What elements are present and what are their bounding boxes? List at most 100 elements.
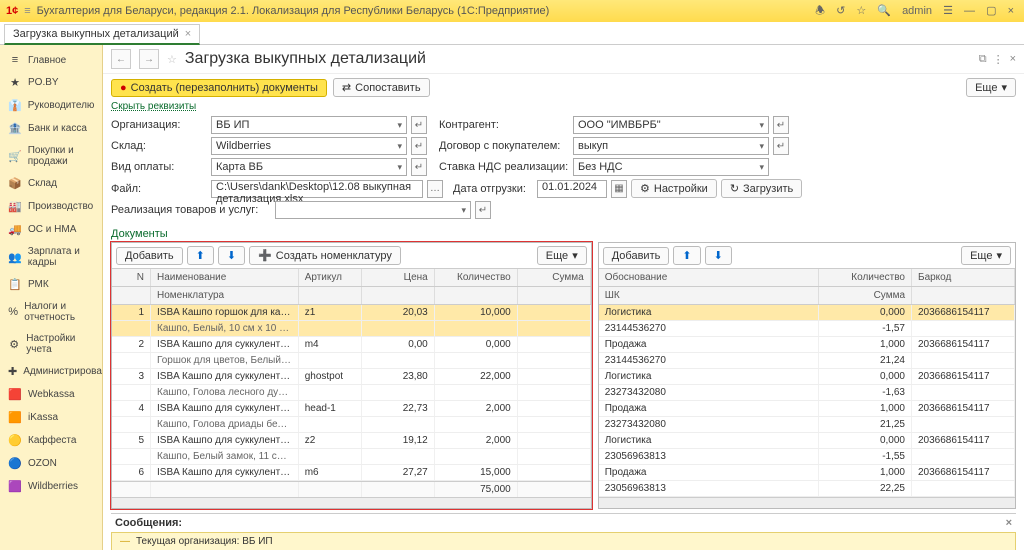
sidebar-item[interactable]: 🟡Каффеста xyxy=(0,429,102,452)
file-input[interactable]: C:\Users\dank\Desktop\12.08 выкупная дет… xyxy=(211,180,423,198)
table-row[interactable]: 2314453627021,24 xyxy=(599,353,1015,369)
table-subrow[interactable]: Кашпо, Голова лесного духа, 12 см х 10 с… xyxy=(112,385,591,401)
detail-down-button[interactable]: ⬇ xyxy=(705,246,732,265)
table-row[interactable]: 6ISBA Кашпо для суккулентов и кактусов м… xyxy=(112,465,591,481)
right-more-button[interactable]: Еще ▾ xyxy=(961,246,1011,265)
table-row[interactable]: 5ISBA Кашпо для суккулентов и кактусов д… xyxy=(112,433,591,449)
table-subrow[interactable]: Кашпо, Голова дриады белая, 12 см х 10 с… xyxy=(112,417,591,433)
sidebar-item[interactable]: ≡Главное xyxy=(0,49,102,71)
file-browse-icon[interactable]: … xyxy=(427,180,443,198)
org-pick-icon[interactable]: ↵ xyxy=(411,116,427,134)
left-more-button[interactable]: Еще ▾ xyxy=(537,246,587,265)
open-window-icon[interactable]: ⧉ xyxy=(979,53,987,66)
pay-input[interactable]: Карта ВБ▾ xyxy=(211,158,407,176)
sidebar-item[interactable]: 🚚ОС и НМА xyxy=(0,218,102,241)
star-icon[interactable]: ☆ xyxy=(856,5,866,17)
sidebar-item[interactable]: %Налоги и отчетность xyxy=(0,296,102,328)
table-row[interactable]: Логистика0,0002036686154117 xyxy=(599,369,1015,385)
table-row[interactable]: 23273432080-1,63 xyxy=(599,385,1015,401)
sidebar-item[interactable]: ⚙Настройки учета xyxy=(0,328,102,360)
table-row[interactable]: 2327343208021,25 xyxy=(599,417,1015,433)
sidebar-item[interactable]: 🏦Банк и касса xyxy=(0,117,102,140)
table-row[interactable]: 4ISBA Кашпо для суккулентов и кактусов г… xyxy=(112,401,591,417)
docs-section-title: Документы xyxy=(103,226,1024,242)
compare-button[interactable]: ⇄Сопоставить xyxy=(333,78,430,97)
table-row[interactable]: 1ISBA Кашпо горшок для кактусов и суккул… xyxy=(112,305,591,321)
sidebar-item[interactable]: 🟧iKassa xyxy=(0,406,102,429)
sidebar-label: iKassa xyxy=(28,412,58,423)
table-subrow[interactable]: Кашпо, Белый, 10 см х 10 см х 10 см, 0.4… xyxy=(112,321,591,337)
add-row-button[interactable]: Добавить xyxy=(116,247,183,265)
close-icon[interactable]: × xyxy=(1008,5,1014,17)
nav-fwd-icon[interactable]: → xyxy=(139,49,159,69)
dogovor-pick-icon[interactable]: ↵ xyxy=(773,137,789,155)
menu-icon[interactable]: ≡ xyxy=(24,5,30,17)
contr-pick-icon[interactable]: ↵ xyxy=(773,116,789,134)
tab-active[interactable]: Загрузка выкупных детализаций × xyxy=(4,24,200,45)
nds-input[interactable]: Без НДС▾ xyxy=(573,158,769,176)
history-icon[interactable]: ↺ xyxy=(836,5,845,17)
calendar-icon[interactable]: ▦ xyxy=(611,180,627,198)
nav-back-icon[interactable]: ← xyxy=(111,49,131,69)
detail-up-button[interactable]: ⬆ xyxy=(673,246,700,265)
sidebar-item[interactable]: ✚Администрирование xyxy=(0,360,102,383)
hide-props-link[interactable]: Скрыть реквизиты xyxy=(103,101,1024,116)
contr-input[interactable]: ООО "ИМВБРБ"▾ xyxy=(573,116,769,134)
sidebar-item[interactable]: 🛒Покупки и продажи xyxy=(0,140,102,172)
realiz-input[interactable]: ▾ xyxy=(275,201,471,219)
move-down-button[interactable]: ⬇ xyxy=(218,246,245,265)
sidebar-item[interactable]: 📋РМК xyxy=(0,273,102,296)
sidebar-icon: 📋 xyxy=(8,278,22,291)
sklad-input[interactable]: Wildberries▾ xyxy=(211,137,407,155)
more-button[interactable]: Еще ▾ xyxy=(966,78,1016,97)
left-hscroll[interactable] xyxy=(112,497,591,508)
sklad-pick-icon[interactable]: ↵ xyxy=(411,137,427,155)
org-input[interactable]: ВБ ИП▾ xyxy=(211,116,407,134)
table-subrow[interactable]: Кашпо, Белый замок, 11 см х 10 см х 12 с… xyxy=(112,449,591,465)
sidebar-label: Администрирование xyxy=(23,366,103,377)
table-row[interactable]: Логистика0,0002036686154117 xyxy=(599,305,1015,321)
table-row[interactable]: Продажа1,0002036686154117 xyxy=(599,337,1015,353)
table-row[interactable]: 23144536270-1,57 xyxy=(599,321,1015,337)
close-page-icon[interactable]: × xyxy=(1010,53,1016,66)
sidebar-item[interactable]: ★PO.BY xyxy=(0,71,102,94)
maximize-icon[interactable]: ▢ xyxy=(986,5,996,17)
sidebar-item[interactable]: 🟪Wildberries xyxy=(0,475,102,498)
fav-icon[interactable]: ☆ xyxy=(167,53,177,66)
sidebar-label: Настройки учета xyxy=(26,333,94,355)
bell-icon[interactable]: 🕭 xyxy=(815,5,825,17)
table-row[interactable]: Продажа1,0002036686154117 xyxy=(599,465,1015,481)
create-docs-button[interactable]: ●Создать (перезаполнить) документы xyxy=(111,79,327,97)
table-row[interactable]: Логистика0,0002036686154117 xyxy=(599,433,1015,449)
search-icon[interactable]: 🔍 xyxy=(877,5,891,17)
more-icon[interactable]: ⋮ xyxy=(993,53,1004,66)
table-row[interactable]: 3ISBA Кашпо для суккулентов и кактусов г… xyxy=(112,369,591,385)
messages-close-icon[interactable]: × xyxy=(1006,517,1012,529)
load-button[interactable]: ↻ Загрузить xyxy=(721,179,802,198)
realiz-pick-icon[interactable]: ↵ xyxy=(475,201,491,219)
user-label[interactable]: admin xyxy=(902,5,932,17)
create-nom-button[interactable]: ➕ Создать номенклатуру xyxy=(249,246,401,265)
sidebar-label: Склад xyxy=(28,178,57,189)
table-row[interactable]: 2305696381322,25 xyxy=(599,481,1015,497)
move-up-button[interactable]: ⬆ xyxy=(187,246,214,265)
table-row[interactable]: 23056963813-1,55 xyxy=(599,449,1015,465)
table-subrow[interactable]: Горшок для цветов, Белый, 7 см х 7 см х … xyxy=(112,353,591,369)
tab-close-icon[interactable]: × xyxy=(185,28,191,40)
detail-add-button[interactable]: Добавить xyxy=(603,247,670,265)
table-row[interactable]: 2ISBA Кашпо для суккулентов и горшок для… xyxy=(112,337,591,353)
table-row[interactable]: Продажа1,0002036686154117 xyxy=(599,401,1015,417)
dogovor-input[interactable]: выкуп▾ xyxy=(573,137,769,155)
date-input[interactable]: 01.01.2024 xyxy=(537,180,607,198)
sidebar-item[interactable]: 👥Зарплата и кадры xyxy=(0,241,102,273)
settings-button[interactable]: ⚙ Настройки xyxy=(631,179,717,198)
sidebar-item[interactable]: 🟥Webkassa xyxy=(0,383,102,406)
minimize-icon[interactable]: — xyxy=(964,5,975,17)
sidebar-item[interactable]: 🔵OZON xyxy=(0,452,102,475)
pay-pick-icon[interactable]: ↵ xyxy=(411,158,427,176)
settings-icon[interactable]: ☰ xyxy=(943,5,953,17)
sidebar-item[interactable]: 👔Руководителю xyxy=(0,94,102,117)
right-hscroll[interactable] xyxy=(599,497,1015,508)
sidebar-item[interactable]: 📦Склад xyxy=(0,172,102,195)
sidebar-item[interactable]: 🏭Производство xyxy=(0,195,102,218)
